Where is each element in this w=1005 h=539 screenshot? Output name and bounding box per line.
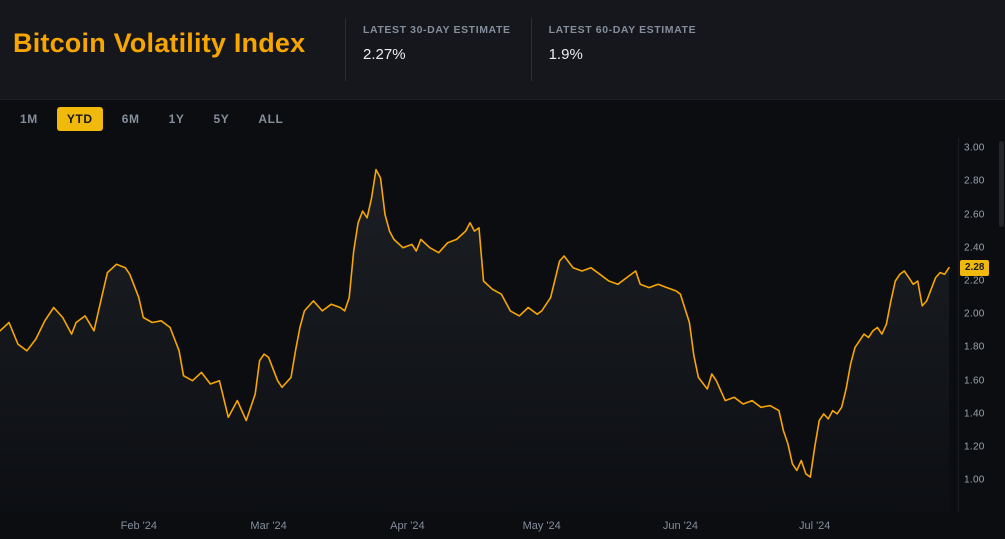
chart-area-fill	[0, 170, 949, 512]
estimate-60day-block: LATEST 60-DAY ESTIMATE 1.9%	[531, 18, 717, 81]
line-chart-canvas[interactable]	[0, 138, 958, 539]
y-axis-label: 1.40	[964, 408, 985, 419]
page-title: Bitcoin Volatility Index	[0, 0, 345, 99]
header: Bitcoin Volatility Index LATEST 30-DAY E…	[0, 0, 1005, 100]
x-axis-label: Jul '24	[799, 520, 830, 532]
y-axis-label: 2.80	[964, 176, 985, 187]
y-axis-label: 1.60	[964, 375, 985, 386]
estimate-60day-label: LATEST 60-DAY ESTIMATE	[549, 24, 697, 36]
last-value-badge: 2.28	[960, 260, 989, 276]
y-axis-label: 1.20	[964, 442, 985, 453]
y-axis-label: 2.60	[964, 209, 985, 220]
estimate-30day-label: LATEST 30-DAY ESTIMATE	[363, 24, 511, 36]
x-axis-label: Apr '24	[390, 520, 425, 532]
range-tab-1m[interactable]: 1M	[10, 107, 48, 131]
y-axis-label: 2.20	[964, 276, 985, 287]
x-axis-label: May '24	[523, 520, 561, 532]
y-axis-label: 1.00	[964, 475, 985, 486]
range-tab-ytd[interactable]: YTD	[57, 107, 103, 131]
x-axis-label: Mar '24	[250, 520, 286, 532]
price-axis-divider	[958, 138, 959, 512]
estimate-60day-value: 1.9%	[549, 46, 697, 63]
range-tab-all[interactable]: ALL	[248, 107, 293, 131]
range-tab-5y[interactable]: 5Y	[203, 107, 239, 131]
y-axis-label: 2.00	[964, 309, 985, 320]
y-axis-label: 1.80	[964, 342, 985, 353]
range-tab-6m[interactable]: 6M	[112, 107, 150, 131]
estimate-30day-value: 2.27%	[363, 46, 511, 63]
x-axis-label: Jun '24	[663, 520, 698, 532]
range-tabs: 1M YTD 6M 1Y 5Y ALL	[0, 100, 1005, 138]
range-tab-1y[interactable]: 1Y	[159, 107, 195, 131]
volatility-line-chart[interactable]: 1.00 1.20 1.40 1.60 1.80 2.00 2.20 2.40 2.60 2.80…	[0, 138, 1005, 539]
estimate-30day-block: LATEST 30-DAY ESTIMATE 2.27%	[345, 18, 531, 81]
y-axis-label: 3.00	[964, 143, 985, 154]
bitcoin-volatility-page: Bitcoin Volatility Index LATEST 30-DAY E…	[0, 0, 1005, 539]
scrollbar-thumb[interactable]	[999, 141, 1004, 227]
y-axis-label: 2.40	[964, 242, 985, 253]
x-axis-label: Feb '24	[121, 520, 157, 532]
